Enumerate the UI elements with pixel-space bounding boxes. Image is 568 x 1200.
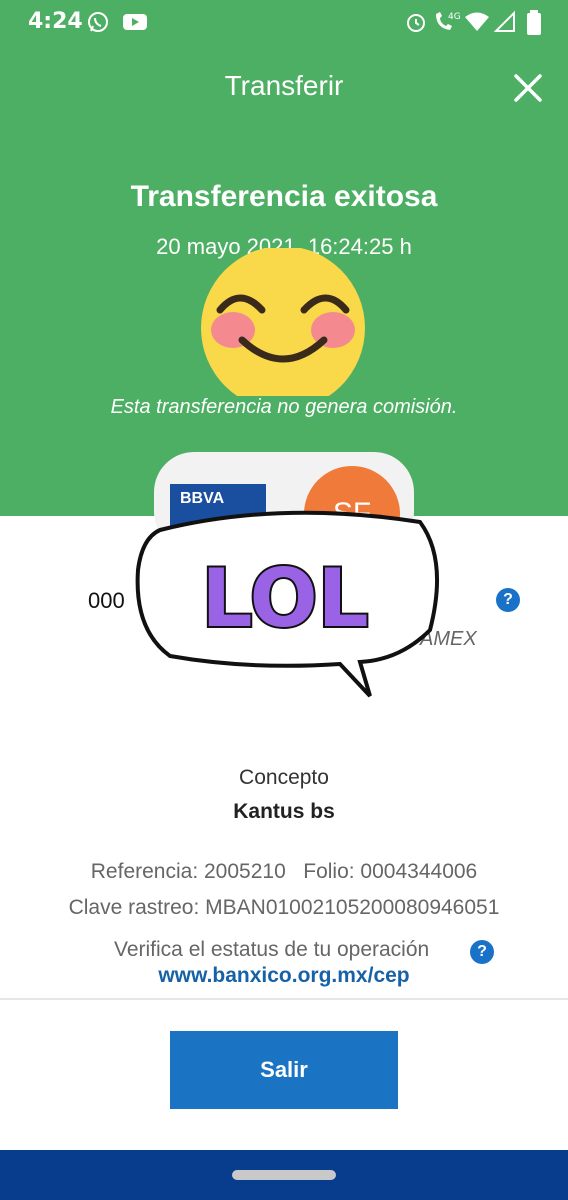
banxico-cep-link[interactable]: www.banxico.org.mx/cep [0, 964, 568, 988]
volte-call-icon: 4G [436, 12, 460, 30]
reference-folio: Referencia: 2005210 Folio: 0004344006 [90, 860, 478, 883]
concept-value: Kantus bs [233, 800, 335, 823]
exit-button[interactable]: Salir [170, 1031, 398, 1109]
status-time: 4:24 [28, 9, 83, 34]
account-number: 000 [88, 588, 125, 613]
smiling-emoji-sticker [201, 248, 365, 396]
lol-text: LOL [201, 552, 368, 645]
battery-icon [527, 10, 541, 35]
close-icon[interactable] [508, 68, 548, 108]
page-title: Transferir [224, 70, 344, 101]
divider [0, 998, 568, 1000]
lol-speech-bubble-sticker: LOL [135, 510, 440, 698]
signal-icon [494, 10, 515, 32]
help-icon[interactable]: ? [496, 588, 520, 612]
verify-help-icon[interactable]: ? [470, 940, 494, 964]
alarm-icon [407, 14, 425, 32]
wifi-icon [465, 12, 489, 31]
whatsapp-icon [88, 12, 108, 32]
fee-note: Esta transferencia no genera comisión. [110, 396, 458, 418]
home-gesture-handle[interactable] [232, 1170, 336, 1180]
verify-status-text: Verifica el estatus de tu operación [114, 938, 430, 961]
success-title: Transferencia exitosa [130, 180, 438, 213]
tracking-key: Clave rastreo: MBAN01002105200080946051 [68, 896, 500, 919]
concept-label: Concepto [239, 766, 329, 789]
youtube-icon [123, 14, 147, 30]
svg-text:4G: 4G [448, 12, 460, 22]
status-bar: 4:24 4G [0, 0, 568, 44]
